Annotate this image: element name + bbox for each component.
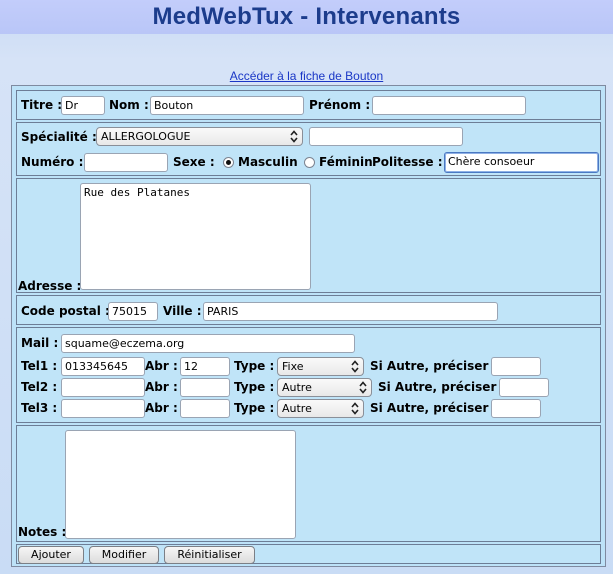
feminin-radio[interactable] xyxy=(304,157,315,168)
identity-section: Titre : Dr Nom : Bouton Prénom : xyxy=(16,90,601,120)
tel3-abr-label: Abr : xyxy=(145,401,178,415)
tel3-label: Tel3 : xyxy=(21,401,58,415)
specialite-extra-input[interactable] xyxy=(309,127,463,146)
tel1-autre-label: Si Autre, préciser : xyxy=(370,359,498,373)
actions-section: Ajouter Modifier Réinitialiser xyxy=(16,544,601,564)
numero-label: Numéro : xyxy=(21,155,84,169)
add-button[interactable]: Ajouter xyxy=(18,546,84,564)
prenom-input[interactable] xyxy=(372,96,526,115)
contact-section: Mail : squame@eczema.org Tel1 : 01334564… xyxy=(16,327,601,423)
tel1-abr-label: Abr : xyxy=(145,359,178,373)
masculin-radio[interactable] xyxy=(223,157,234,168)
tel1-type-select[interactable]: Fixe xyxy=(277,357,364,376)
tel2-type-label: Type : xyxy=(234,380,275,394)
page-title: MedWebTux - Intervenants xyxy=(152,3,461,30)
numero-input[interactable] xyxy=(84,153,168,172)
title-bar: MedWebTux - Intervenants xyxy=(0,0,613,34)
politesse-input[interactable]: Chère consoeur xyxy=(444,152,599,173)
specialty-section: Spécialité : ALLERGOLOGUE Numéro : Sexe … xyxy=(16,122,601,176)
tel3-autre-label: Si Autre, préciser : xyxy=(370,401,498,415)
tel2-label: Tel2 : xyxy=(21,380,58,394)
ville-label: Ville : xyxy=(163,304,202,318)
tel2-input[interactable] xyxy=(61,378,145,397)
select-arrows-icon xyxy=(290,130,298,143)
specialite-label: Spécialité : xyxy=(21,130,97,144)
form-frame: Titre : Dr Nom : Bouton Prénom : Spécial… xyxy=(11,85,606,567)
masculin-label: Masculin xyxy=(238,155,298,169)
titre-label: Titre : xyxy=(21,98,63,112)
feminin-label: Féminin xyxy=(319,155,373,169)
tel3-autre-input[interactable] xyxy=(491,399,541,418)
tel1-input[interactable]: 013345645 xyxy=(61,357,145,376)
location-section: Code postal : 75015 Ville : PARIS xyxy=(16,295,601,325)
tel2-type-selected: Autre xyxy=(282,381,312,394)
nom-label: Nom : xyxy=(109,98,149,112)
modify-button[interactable]: Modifier xyxy=(89,546,159,564)
tel2-autre-input[interactable] xyxy=(499,378,549,397)
tel3-type-selected: Autre xyxy=(282,402,312,415)
specialite-select[interactable]: ALLERGOLOGUE xyxy=(96,127,303,146)
tel2-abr-input[interactable] xyxy=(180,378,230,397)
select-arrows-icon xyxy=(359,381,367,394)
specialite-selected: ALLERGOLOGUE xyxy=(101,130,191,143)
sexe-label: Sexe : xyxy=(173,155,215,169)
code-postal-input[interactable]: 75015 xyxy=(108,302,158,321)
tel1-autre-input[interactable] xyxy=(491,357,541,376)
tel2-autre-label: Si Autre, préciser : xyxy=(378,380,506,394)
tel2-type-select[interactable]: Autre xyxy=(277,378,372,397)
select-arrows-icon xyxy=(351,402,359,415)
mail-input[interactable]: squame@eczema.org xyxy=(61,334,355,353)
notes-label: Notes : xyxy=(18,525,67,539)
adresse-label: Adresse : xyxy=(18,279,82,293)
tel1-label: Tel1 : xyxy=(21,359,58,373)
open-record-link[interactable]: Accéder à la fiche de Bouton xyxy=(0,69,613,83)
tel3-type-label: Type : xyxy=(234,401,275,415)
titre-input[interactable]: Dr xyxy=(61,96,105,115)
tel3-type-select[interactable]: Autre xyxy=(277,399,364,418)
notes-textarea[interactable] xyxy=(65,430,296,539)
reset-button[interactable]: Réinitialiser xyxy=(164,546,255,564)
tel3-abr-input[interactable] xyxy=(180,399,230,418)
tel1-abr-input[interactable]: 12 xyxy=(180,357,230,376)
tel1-type-selected: Fixe xyxy=(282,360,304,373)
mail-label: Mail : xyxy=(21,336,59,350)
select-arrows-icon xyxy=(351,360,359,373)
tel2-abr-label: Abr : xyxy=(145,380,178,394)
politesse-label: Politesse : xyxy=(372,155,443,169)
tel1-type-label: Type : xyxy=(234,359,275,373)
nom-input[interactable]: Bouton xyxy=(150,96,304,115)
tel3-input[interactable] xyxy=(61,399,145,418)
notes-section: Notes : xyxy=(16,425,601,542)
prenom-label: Prénom : xyxy=(309,98,371,112)
ville-input[interactable]: PARIS xyxy=(203,302,498,321)
code-postal-label: Code postal : xyxy=(21,304,110,318)
address-section: Adresse : Rue des Platanes xyxy=(16,178,601,293)
adresse-textarea[interactable]: Rue des Platanes xyxy=(80,183,311,290)
